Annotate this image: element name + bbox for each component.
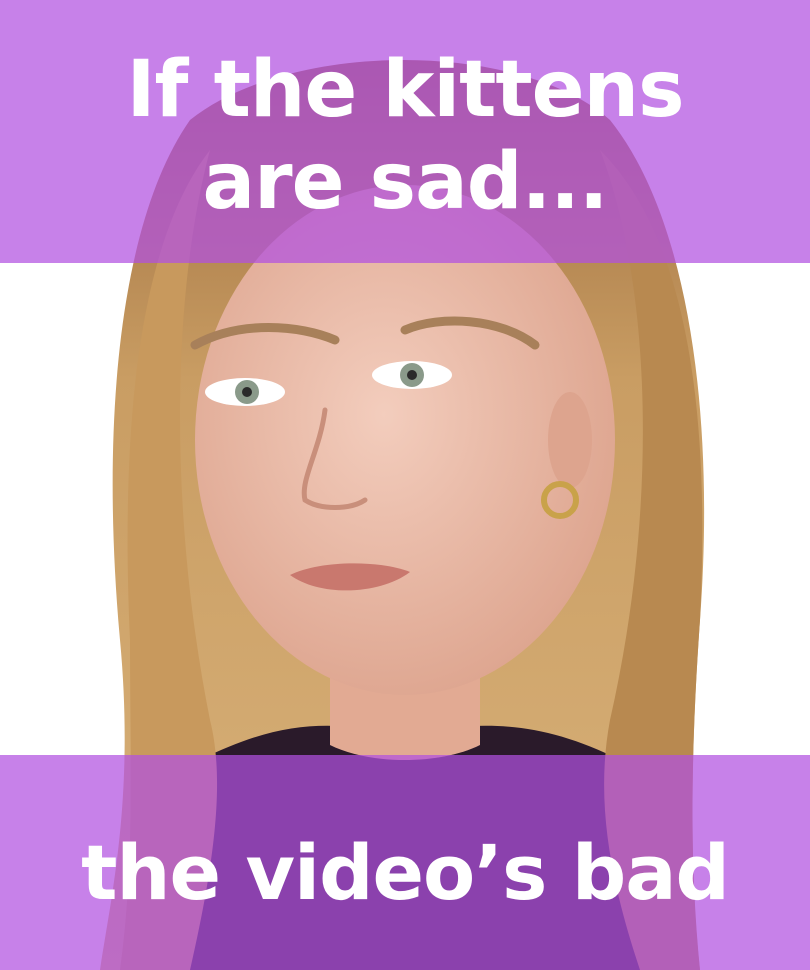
top-caption: If the kittens are sad...: [25, 44, 785, 228]
meme-frame: If the kittens are sad... the video’s ba…: [0, 0, 810, 970]
top-caption-line-1: If the kittens: [126, 44, 684, 135]
top-caption-line-2: are sad...: [202, 136, 609, 227]
bottom-caption: the video’s bad: [81, 827, 730, 917]
bottom-caption-banner: the video’s bad: [0, 755, 810, 970]
top-caption-banner: If the kittens are sad...: [0, 0, 810, 263]
